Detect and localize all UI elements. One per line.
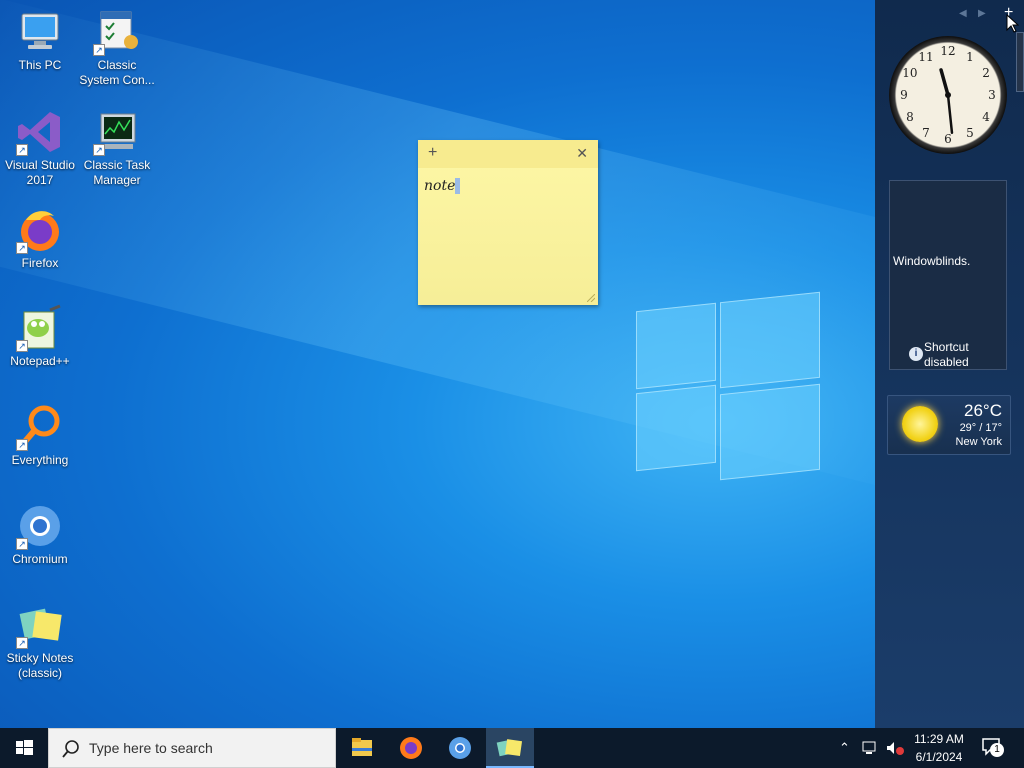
desktop-icon-visual-studio[interactable]: ↗ Visual Studio 2017 — [0, 108, 80, 188]
gadget-toolbar[interactable] — [1016, 32, 1024, 92]
control-panel-icon: ↗ — [93, 8, 141, 56]
clock-time[interactable]: 11:29 AM — [906, 732, 972, 746]
taskbar: Type here to search ⌃ 11:29 AM 6/1/2024 … — [0, 728, 1024, 768]
sticky-note-titlebar[interactable]: + ✕ — [418, 140, 598, 168]
network-icon[interactable] — [861, 740, 879, 756]
firefox-icon — [400, 737, 422, 759]
info-icon: i — [909, 347, 923, 361]
notification-badge: 1 — [990, 743, 1004, 757]
shortcut-arrow-icon: ↗ — [16, 637, 28, 649]
sidebar-prev-icon[interactable]: ◀ — [959, 8, 967, 19]
desktop-gadgets-sidebar: ◀ ▶ + 12 1 2 3 4 5 6 7 8 9 10 11 Windowblinds. i Sh… — [875, 0, 1024, 728]
sticky-notes-icon: ↗ — [16, 601, 64, 649]
shortcut-arrow-icon: ↗ — [16, 439, 28, 451]
clock-face: 12 12 3 45678 9 1011 — [900, 44, 996, 146]
desktop-icon-sticky-notes[interactable]: ↗ Sticky Notes (classic) — [0, 601, 80, 681]
taskbar-search-box[interactable]: Type here to search — [48, 728, 336, 768]
clock-center — [945, 92, 951, 98]
gadget-message: Windowblinds. — [893, 254, 971, 268]
shortcut-arrow-icon: ↗ — [16, 242, 28, 254]
weather-range: 29° / 17° — [959, 422, 1002, 434]
start-button[interactable] — [0, 728, 48, 768]
clock-number: 9 — [900, 88, 908, 102]
hour-hand — [939, 68, 950, 97]
windowblinds-gadget[interactable]: Windowblinds. i Shortcut disabled — [889, 180, 1007, 370]
windows-start-icon — [16, 740, 33, 755]
shortcut-arrow-icon: ↗ — [16, 538, 28, 550]
shortcut-arrow-icon: ↗ — [93, 144, 105, 156]
search-icon — [62, 740, 79, 758]
clock-number: 12 — [940, 44, 955, 58]
clock-number: 11 — [918, 50, 933, 64]
note-text: note — [424, 178, 456, 194]
windows-logo-wallpaper — [636, 289, 822, 481]
close-note-button[interactable]: ✕ — [576, 145, 588, 162]
clock-number: 3 — [988, 88, 996, 102]
clock-number: 1 — [966, 50, 974, 64]
weather-city: New York — [955, 436, 1002, 448]
desktop-icon-everything[interactable]: ↗ Everything — [0, 403, 80, 468]
desktop-icon-notepadpp[interactable]: ↗ Notepad++ — [0, 304, 80, 369]
notepadpp-icon: ↗ — [16, 304, 64, 352]
desktop-icon-classic-task-manager[interactable]: ↗ Classic Task Manager — [77, 108, 157, 188]
mouse-cursor-icon — [1006, 14, 1020, 33]
sticky-notes-icon — [496, 739, 523, 757]
taskbar-sticky-notes[interactable] — [486, 728, 534, 768]
visual-studio-icon: ↗ — [16, 108, 64, 156]
resize-grip-icon[interactable] — [587, 294, 595, 302]
clock-number: 2 — [982, 66, 990, 80]
everything-icon: ↗ — [16, 403, 64, 451]
clock-number: 6 — [944, 132, 952, 146]
clock-date[interactable]: 6/1/2024 — [906, 750, 972, 764]
sidebar-next-icon[interactable]: ▶ — [978, 8, 986, 19]
sun-icon — [902, 406, 938, 442]
search-placeholder: Type here to search — [89, 740, 213, 756]
chromium-icon: ↗ — [16, 502, 64, 550]
clock-number: 5 — [966, 126, 974, 140]
note-text-area[interactable]: note — [424, 178, 460, 194]
shortcut-arrow-icon: ↗ — [16, 144, 28, 156]
desktop-icon-this-pc[interactable]: This PC — [0, 8, 80, 73]
desktop-icon-chromium[interactable]: ↗ Chromium — [0, 502, 80, 567]
chromium-icon — [449, 737, 471, 759]
clock-number: 7 — [922, 126, 930, 140]
task-manager-icon: ↗ — [93, 108, 141, 156]
file-explorer-icon — [352, 738, 372, 756]
weather-temperature: 26°C — [964, 401, 1002, 420]
shortcut-arrow-icon: ↗ — [93, 44, 105, 56]
show-hidden-icons[interactable]: ⌃ — [839, 740, 850, 756]
shortcut-status: Shortcut disabled — [924, 340, 969, 369]
action-center-button[interactable]: 1 — [980, 736, 1008, 760]
taskbar-file-explorer[interactable] — [338, 728, 386, 768]
weather-gadget[interactable]: 26°C 29° / 17° New York — [887, 395, 1011, 455]
add-note-button[interactable]: + — [428, 144, 437, 162]
computer-icon — [16, 8, 64, 56]
volume-muted-icon[interactable] — [885, 740, 905, 756]
text-caret — [455, 178, 460, 194]
clock-number: 4 — [982, 110, 990, 124]
clock-number: 8 — [906, 110, 914, 124]
taskbar-firefox[interactable] — [387, 728, 435, 768]
shortcut-arrow-icon: ↗ — [16, 340, 28, 352]
sticky-note-window[interactable]: + ✕ note — [418, 140, 598, 305]
minute-hand — [946, 93, 954, 135]
desktop-icon-classic-system-control[interactable]: ↗ Classic System Con... — [77, 8, 157, 88]
desktop-icon-firefox[interactable]: ↗ Firefox — [0, 206, 80, 271]
firefox-icon: ↗ — [16, 206, 64, 254]
taskbar-chromium[interactable] — [436, 728, 484, 768]
analog-clock-gadget[interactable]: 12 1 2 3 4 5 6 7 8 9 10 11 — [889, 36, 1007, 154]
clock-number: 10 — [902, 66, 917, 80]
